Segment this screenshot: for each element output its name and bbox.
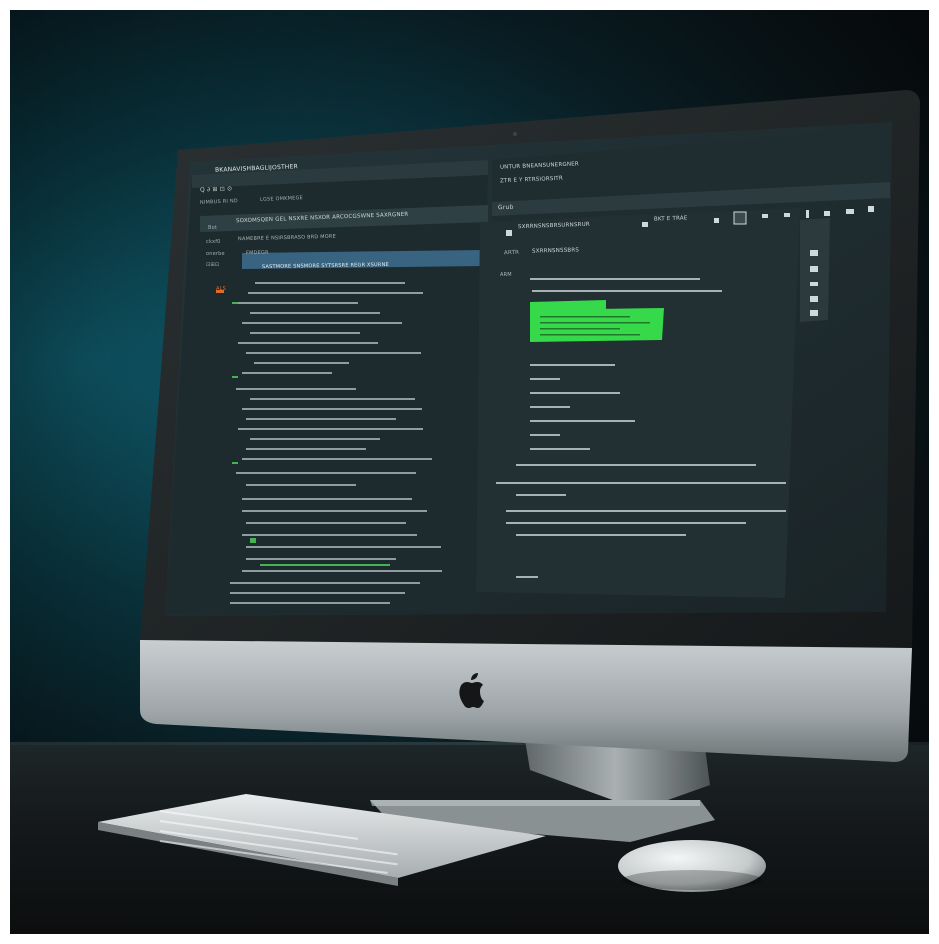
right-line-prefix: ARM <box>500 272 512 278</box>
accent-label: ALS <box>216 286 226 292</box>
monitor <box>98 90 920 892</box>
photo-scene: BKANAVISHBAGLIJOSTHER Q ∂ ⊞ ⊡ ⊙ NIMBUS R… <box>10 10 929 934</box>
sidebar-item-3: ⊡⊞⊡ <box>206 262 220 268</box>
mouse <box>618 840 766 892</box>
sidebar-item-0: Bot <box>208 225 218 231</box>
apple-logo-icon <box>459 673 484 708</box>
sidebar-item-1: ckxf0 <box>206 239 221 245</box>
right-toolbar-mid: BKT E TRAE <box>653 215 688 223</box>
left-search-label: Q ∂ ⊞ ⊡ ⊙ <box>199 185 233 194</box>
left-file-row: FMDEGR <box>245 249 269 257</box>
right-row-label: ARTR <box>503 249 520 257</box>
right-tab-label: Grub <box>497 203 514 212</box>
sidebar-item-2: onerbe <box>206 251 225 257</box>
right-row-title: SXRRNSNSSBRS <box>531 247 580 255</box>
